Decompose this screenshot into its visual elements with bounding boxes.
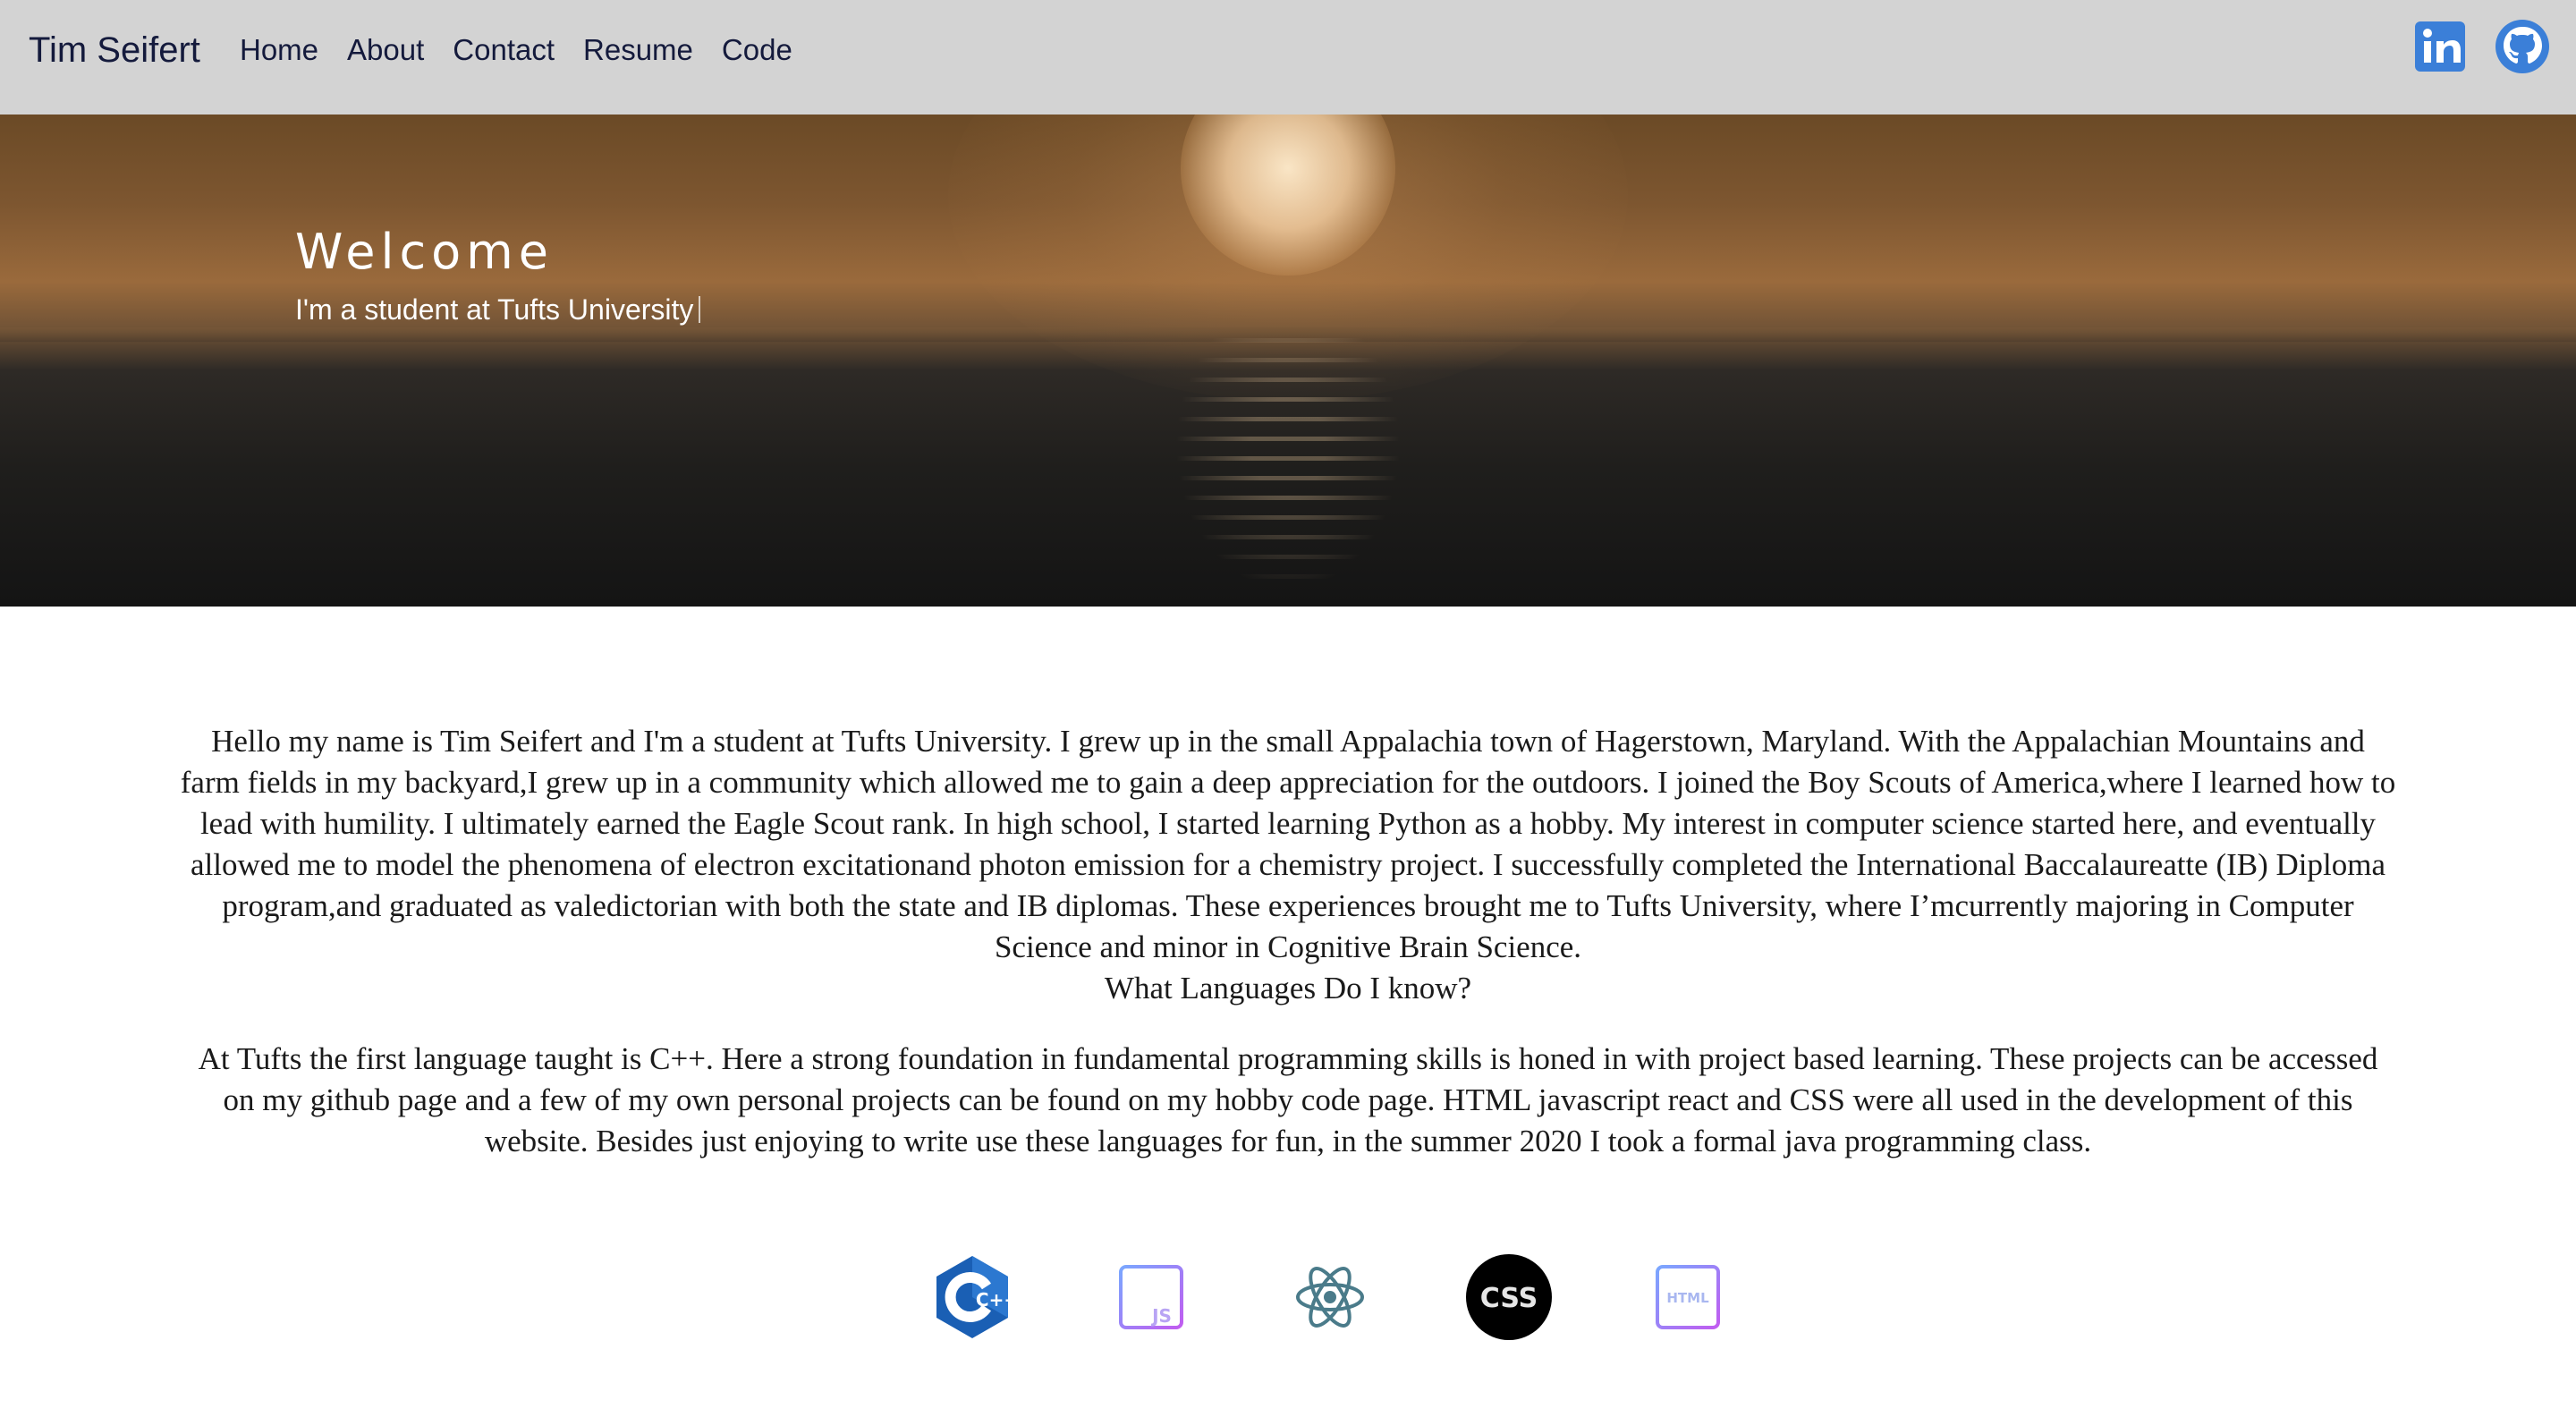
typed-text: I'm a student at Tufts University: [295, 293, 694, 326]
navbar: Tim Seifert Home About Contact Resume Co…: [0, 0, 2576, 115]
html-icon: HTML: [1643, 1252, 1733, 1342]
social-links: [2411, 18, 2551, 75]
nav-link-contact[interactable]: Contact: [453, 33, 555, 67]
brand-link[interactable]: Tim Seifert: [29, 0, 200, 100]
nav-links: Home About Contact Resume Code: [240, 0, 821, 100]
js-label: JS: [1150, 1305, 1172, 1327]
about-section: Hello my name is Tim Seifert and I'm a s…: [179, 721, 2397, 1162]
hero-banner: Welcome I'm a student at Tufts Universit…: [0, 115, 2576, 607]
nav-link-home[interactable]: Home: [240, 33, 318, 67]
languages-paragraph: At Tufts the first language taught is C+…: [198, 1041, 2378, 1158]
html-label: HTML: [1666, 1290, 1709, 1306]
cpp-label: C++: [976, 1289, 1017, 1311]
nav-link-code[interactable]: Code: [722, 33, 792, 67]
languages-heading: What Languages Do I know?: [1104, 971, 1472, 1005]
typing-caret: [699, 296, 701, 323]
hero-subtitle: I'm a student at Tufts University: [295, 293, 701, 327]
nav-link-about[interactable]: About: [347, 33, 424, 67]
linkedin-icon: [2415, 21, 2465, 72]
javascript-icon: JS: [1106, 1252, 1196, 1342]
github-icon: [2496, 20, 2549, 73]
linkedin-link[interactable]: [2411, 18, 2469, 75]
bio-paragraph: Hello my name is Tim Seifert and I'm a s…: [180, 724, 2396, 964]
cpp-icon: C++: [928, 1252, 1017, 1342]
github-link[interactable]: [2494, 18, 2551, 75]
language-icons: C++ JS CSS HTML: [915, 1252, 1720, 1342]
css-icon: CSS: [1464, 1252, 1554, 1342]
react-icon: [1285, 1252, 1375, 1342]
hero-title: Welcome: [295, 224, 555, 280]
css-label: CSS: [1480, 1283, 1538, 1314]
nav-link-resume[interactable]: Resume: [583, 33, 693, 67]
sun-reflection: [1163, 338, 1413, 607]
